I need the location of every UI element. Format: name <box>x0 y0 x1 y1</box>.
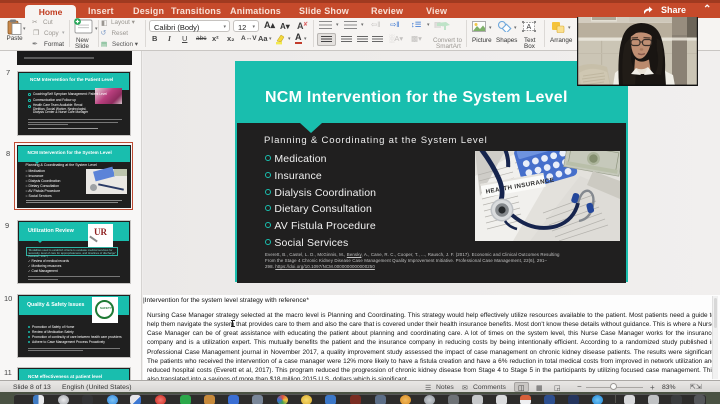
svg-text:A: A <box>527 24 532 31</box>
